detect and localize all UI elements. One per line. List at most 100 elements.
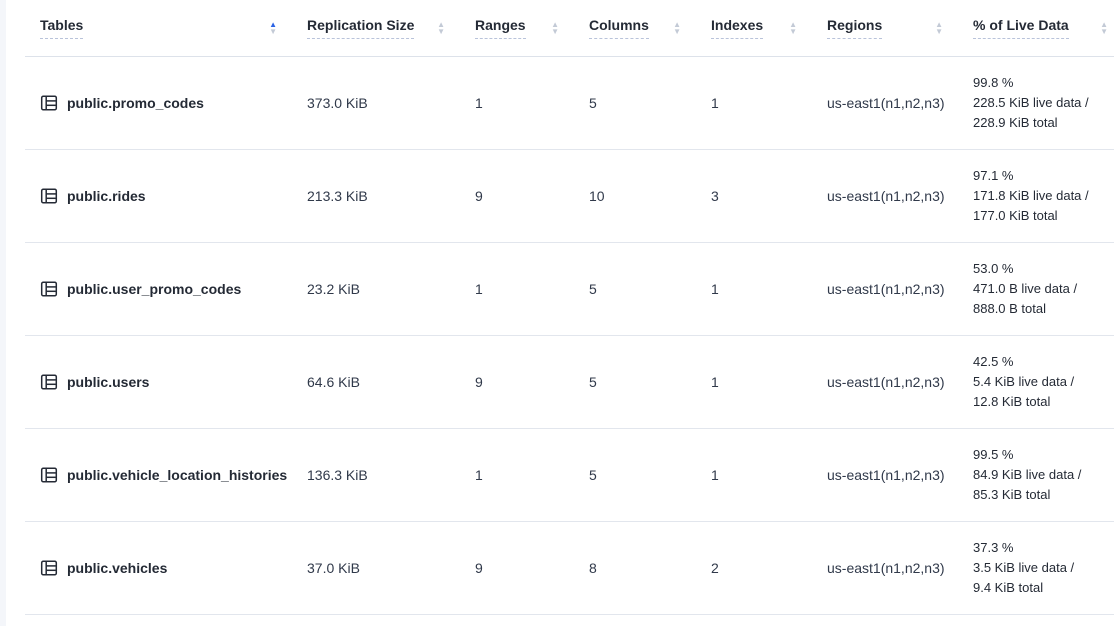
table-icon <box>40 187 58 205</box>
table-row: public.user_promo_codes 23.2 KiB 1 5 1 u… <box>25 243 1114 336</box>
columns-cell: 5 <box>589 281 711 297</box>
table-header-row: Tables ▲ ▼ Replication Size ▲ ▼ Ranges ▲… <box>25 0 1114 57</box>
indexes-cell: 2 <box>711 560 827 576</box>
replication-size-cell: 213.3 KiB <box>307 188 475 204</box>
table-row: public.vehicle_location_histories 136.3 … <box>25 429 1114 522</box>
live-data-total: 228.9 KiB total <box>973 113 1108 133</box>
replication-size-cell: 136.3 KiB <box>307 467 475 483</box>
column-header-live-data[interactable]: % of Live Data ▲ ▼ <box>973 17 1114 39</box>
live-data-cell: 99.5 % 84.9 KiB live data / 85.3 KiB tot… <box>973 445 1114 505</box>
table-name-cell: public.vehicles <box>25 559 307 577</box>
replication-size-cell: 373.0 KiB <box>307 95 475 111</box>
indexes-cell: 3 <box>711 188 827 204</box>
live-data-total: 9.4 KiB total <box>973 578 1108 598</box>
sort-desc-icon: ▼ <box>789 28 797 35</box>
column-header-label: Replication Size <box>307 17 414 39</box>
table-name-link[interactable]: public.promo_codes <box>67 95 204 111</box>
table-body: public.promo_codes 373.0 KiB 1 5 1 us-ea… <box>25 57 1114 615</box>
column-header-label: Columns <box>589 17 649 39</box>
table-icon <box>40 94 58 112</box>
live-data-cell: 37.3 % 3.5 KiB live data / 9.4 KiB total <box>973 538 1114 598</box>
sort-icons: ▲ ▼ <box>935 21 943 35</box>
column-header-label: % of Live Data <box>973 17 1069 39</box>
tables-table: Tables ▲ ▼ Replication Size ▲ ▼ Ranges ▲… <box>25 0 1114 615</box>
columns-cell: 5 <box>589 95 711 111</box>
table-row: public.rides 213.3 KiB 9 10 3 us-east1(n… <box>25 150 1114 243</box>
ranges-cell: 1 <box>475 95 589 111</box>
live-data-cell: 53.0 % 471.0 B live data / 888.0 B total <box>973 259 1114 319</box>
column-header-columns[interactable]: Columns ▲ ▼ <box>589 17 711 39</box>
column-header-label: Indexes <box>711 17 763 39</box>
live-data-cell: 99.8 % 228.5 KiB live data / 228.9 KiB t… <box>973 73 1114 133</box>
tables-page: Tables ▲ ▼ Replication Size ▲ ▼ Ranges ▲… <box>0 0 1114 626</box>
live-data-percent: 99.5 % <box>973 445 1108 465</box>
table-name-cell: public.vehicle_location_histories <box>25 466 307 484</box>
live-data-amount: 471.0 B live data / <box>973 279 1108 299</box>
indexes-cell: 1 <box>711 467 827 483</box>
sort-desc-icon: ▼ <box>269 28 277 35</box>
live-data-cell: 97.1 % 171.8 KiB live data / 177.0 KiB t… <box>973 166 1114 226</box>
sort-desc-icon: ▼ <box>935 28 943 35</box>
table-name-link[interactable]: public.vehicle_location_histories <box>67 467 287 483</box>
column-header-label: Regions <box>827 17 882 39</box>
column-header-label: Ranges <box>475 17 526 39</box>
live-data-amount: 171.8 KiB live data / <box>973 186 1108 206</box>
column-header-tables[interactable]: Tables ▲ ▼ <box>25 17 307 39</box>
regions-cell: us-east1(n1,n2,n3) <box>827 560 973 576</box>
regions-cell: us-east1(n1,n2,n3) <box>827 281 973 297</box>
live-data-amount: 84.9 KiB live data / <box>973 465 1108 485</box>
column-header-label: Tables <box>40 17 83 39</box>
table-name-cell: public.promo_codes <box>25 94 307 112</box>
regions-cell: us-east1(n1,n2,n3) <box>827 95 973 111</box>
live-data-total: 12.8 KiB total <box>973 392 1108 412</box>
table-name-cell: public.users <box>25 373 307 391</box>
table-icon <box>40 466 58 484</box>
sort-desc-icon: ▼ <box>673 28 681 35</box>
live-data-amount: 3.5 KiB live data / <box>973 558 1108 578</box>
live-data-percent: 42.5 % <box>973 352 1108 372</box>
table-row: public.vehicles 37.0 KiB 9 8 2 us-east1(… <box>25 522 1114 615</box>
column-header-indexes[interactable]: Indexes ▲ ▼ <box>711 17 827 39</box>
sort-icons: ▲ ▼ <box>269 21 277 35</box>
ranges-cell: 1 <box>475 467 589 483</box>
replication-size-cell: 64.6 KiB <box>307 374 475 390</box>
sort-icons: ▲ ▼ <box>673 21 681 35</box>
live-data-total: 177.0 KiB total <box>973 206 1108 226</box>
table-name-link[interactable]: public.user_promo_codes <box>67 281 241 297</box>
ranges-cell: 9 <box>475 374 589 390</box>
table-name-link[interactable]: public.vehicles <box>67 560 167 576</box>
regions-cell: us-east1(n1,n2,n3) <box>827 467 973 483</box>
columns-cell: 8 <box>589 560 711 576</box>
table-icon <box>40 373 58 391</box>
table-name-cell: public.rides <box>25 187 307 205</box>
live-data-total: 888.0 B total <box>973 299 1108 319</box>
replication-size-cell: 37.0 KiB <box>307 560 475 576</box>
indexes-cell: 1 <box>711 95 827 111</box>
sort-desc-icon: ▼ <box>551 28 559 35</box>
sort-icons: ▲ ▼ <box>551 21 559 35</box>
table-name-link[interactable]: public.users <box>67 374 149 390</box>
indexes-cell: 1 <box>711 281 827 297</box>
column-header-ranges[interactable]: Ranges ▲ ▼ <box>475 17 589 39</box>
page-left-gutter <box>0 0 6 626</box>
columns-cell: 5 <box>589 467 711 483</box>
indexes-cell: 1 <box>711 374 827 390</box>
sort-icons: ▲ ▼ <box>1100 21 1108 35</box>
live-data-amount: 5.4 KiB live data / <box>973 372 1108 392</box>
table-name-link[interactable]: public.rides <box>67 188 146 204</box>
columns-cell: 5 <box>589 374 711 390</box>
ranges-cell: 9 <box>475 560 589 576</box>
sort-icons: ▲ ▼ <box>789 21 797 35</box>
live-data-amount: 228.5 KiB live data / <box>973 93 1108 113</box>
live-data-cell: 42.5 % 5.4 KiB live data / 12.8 KiB tota… <box>973 352 1114 412</box>
table-icon <box>40 280 58 298</box>
ranges-cell: 9 <box>475 188 589 204</box>
live-data-total: 85.3 KiB total <box>973 485 1108 505</box>
sort-icons: ▲ ▼ <box>437 21 445 35</box>
column-header-replication-size[interactable]: Replication Size ▲ ▼ <box>307 17 475 39</box>
replication-size-cell: 23.2 KiB <box>307 281 475 297</box>
live-data-percent: 37.3 % <box>973 538 1108 558</box>
column-header-regions[interactable]: Regions ▲ ▼ <box>827 17 973 39</box>
table-icon <box>40 559 58 577</box>
live-data-percent: 53.0 % <box>973 259 1108 279</box>
